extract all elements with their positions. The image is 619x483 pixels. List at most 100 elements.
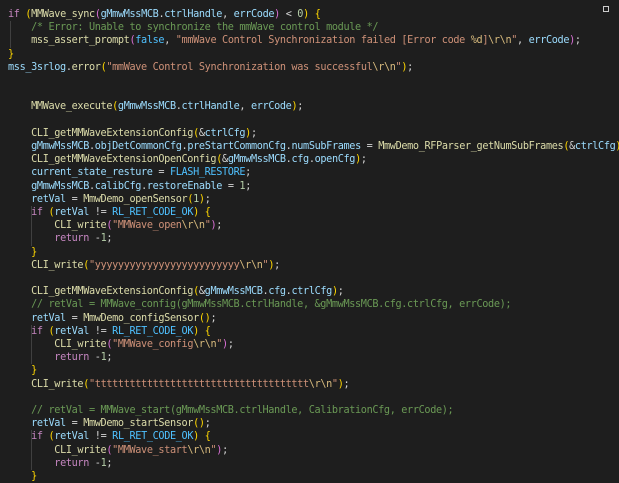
code-token: ctrlCfg xyxy=(204,127,246,139)
code-token: MmwDemo_configSensor xyxy=(83,312,199,324)
code-token: = xyxy=(65,193,84,205)
code-token: gMmwMssMCB xyxy=(227,154,286,166)
code-token: RL_RET_CODE_OK xyxy=(112,431,194,443)
code-token: calibCfg xyxy=(94,180,142,192)
code-token: RL_RET_CODE_OK xyxy=(112,207,194,218)
code-token: } xyxy=(31,246,37,258)
code-line: CLI_write("MMWave_start\r\n"); xyxy=(8,444,228,457)
code-line: CLI_write("ttttttttttttttttttttttttttttt… xyxy=(8,378,350,391)
code-line: } xyxy=(8,48,14,61)
code-line: CLI_getMMWaveExtensionOpenConfig(&gMmwMs… xyxy=(8,153,367,166)
code-line: CLI_write("MMWave_open\r\n"); xyxy=(8,219,222,232)
code-line: mss_3srlog.error("mmWave Control Synchro… xyxy=(8,61,413,74)
code-token: return xyxy=(54,457,89,469)
code-token: \r\n xyxy=(239,259,263,271)
indent-guide xyxy=(31,206,32,246)
code-token: "mmWave Control Synchronization was succ… xyxy=(106,61,373,73)
code-token: ; xyxy=(360,154,367,166)
code-token: MMWave_execute xyxy=(31,101,113,113)
code-token: cfg xyxy=(268,286,286,298)
code-token: "mmWave Control Synchronization failed [… xyxy=(175,35,471,47)
code-token: , xyxy=(517,35,529,47)
code-token: \r\n xyxy=(193,339,217,350)
code-token: ; xyxy=(343,378,350,390)
code-token: - xyxy=(88,457,101,469)
code-token: mss_3srlog xyxy=(8,61,66,73)
code-token: ; xyxy=(222,444,228,456)
code-token: restoreEnable xyxy=(146,180,223,192)
indent-guide xyxy=(31,430,32,470)
code-line: CLI_getMMWaveExtensionConfig(&gMmwMssMCB… xyxy=(8,285,344,298)
code-token: if xyxy=(31,207,43,218)
code-token: MMWave_sync xyxy=(31,9,95,20)
code-token: MmwDemo_RFParser_getNumSubFrames xyxy=(378,141,564,152)
code-token: \r\n xyxy=(488,35,512,47)
code-token: ; xyxy=(227,339,234,350)
code-token: ctrlCfg xyxy=(291,286,332,298)
code-token: ) xyxy=(615,141,619,152)
code-line: retVal = MmwDemo_startSensor(); xyxy=(8,417,211,430)
code-token: CLI_write xyxy=(31,378,84,390)
code-token: errCode xyxy=(528,35,570,47)
code-token: } xyxy=(8,48,14,60)
code-token: false xyxy=(135,35,165,47)
code-token: ; xyxy=(245,180,251,192)
code-token: } xyxy=(31,365,37,377)
code-token: != xyxy=(89,325,113,337)
code-token: cfg xyxy=(291,154,309,166)
code-token: CLI_write xyxy=(54,444,107,456)
code-token: current_state_resture xyxy=(31,167,153,179)
code-token: , xyxy=(164,35,176,47)
code-token: return xyxy=(54,233,89,245)
restore-window-icon[interactable] xyxy=(595,0,619,24)
code-token: CLI_getMMWaveExtensionConfig xyxy=(31,286,194,298)
code-line: // retVal = MMWave_start(gMmwMssMCB.ctrl… xyxy=(8,404,454,417)
code-token: // retVal = MMWave_start(gMmwMssMCB.ctrl… xyxy=(31,405,454,416)
code-line: } xyxy=(8,364,37,377)
code-token: ; xyxy=(250,127,257,139)
code-token: gMmwMssMCB xyxy=(31,180,89,192)
code-token: if xyxy=(31,431,43,443)
code-token: CLI_write xyxy=(54,220,107,232)
code-line: return -1; xyxy=(8,232,112,245)
code-token: "MMWave_config xyxy=(112,339,194,350)
code-token: { xyxy=(204,431,211,443)
code-line: current_state_resture = FLASH_RESTORE; xyxy=(8,166,251,179)
code-token: retVal xyxy=(31,312,66,324)
code-line: mss_assert_prompt(false, "mmWave Control… xyxy=(8,34,581,47)
code-token: errCode xyxy=(233,9,275,20)
code-line: CLI_getMMWaveExtensionConfig(&ctrlCfg); xyxy=(8,127,257,140)
code-token: retVal xyxy=(54,431,90,443)
code-token: \r\n xyxy=(308,378,332,390)
code-line: retVal = MmwDemo_configSensor(); xyxy=(8,312,216,325)
code-token: != xyxy=(89,207,113,218)
code-token: gMmwMssMCB xyxy=(117,101,176,113)
code-token: = xyxy=(65,418,84,430)
code-token: "MMWave_open xyxy=(112,220,182,232)
code-token: { xyxy=(204,325,211,337)
code-token: objDetCommonCfg xyxy=(94,141,182,152)
code-line: return -1; xyxy=(8,351,112,364)
code-token: %d xyxy=(470,35,483,47)
code-token: if xyxy=(31,325,43,337)
code-token: ; xyxy=(204,418,211,430)
code-line: retVal = MmwDemo_openSensor(1); xyxy=(8,193,211,206)
code-token: CLI_write xyxy=(54,339,107,350)
code-token: preStartCommonCfg xyxy=(187,141,286,152)
code-editor[interactable]: if (MMWave_sync(gMmwMssMCB.ctrlHandle, e… xyxy=(0,0,619,482)
code-line: // retVal = MMWave_config(gMmwMssMCB.ctr… xyxy=(8,298,511,311)
code-token: ; xyxy=(106,352,113,364)
code-token: ; xyxy=(245,167,251,179)
